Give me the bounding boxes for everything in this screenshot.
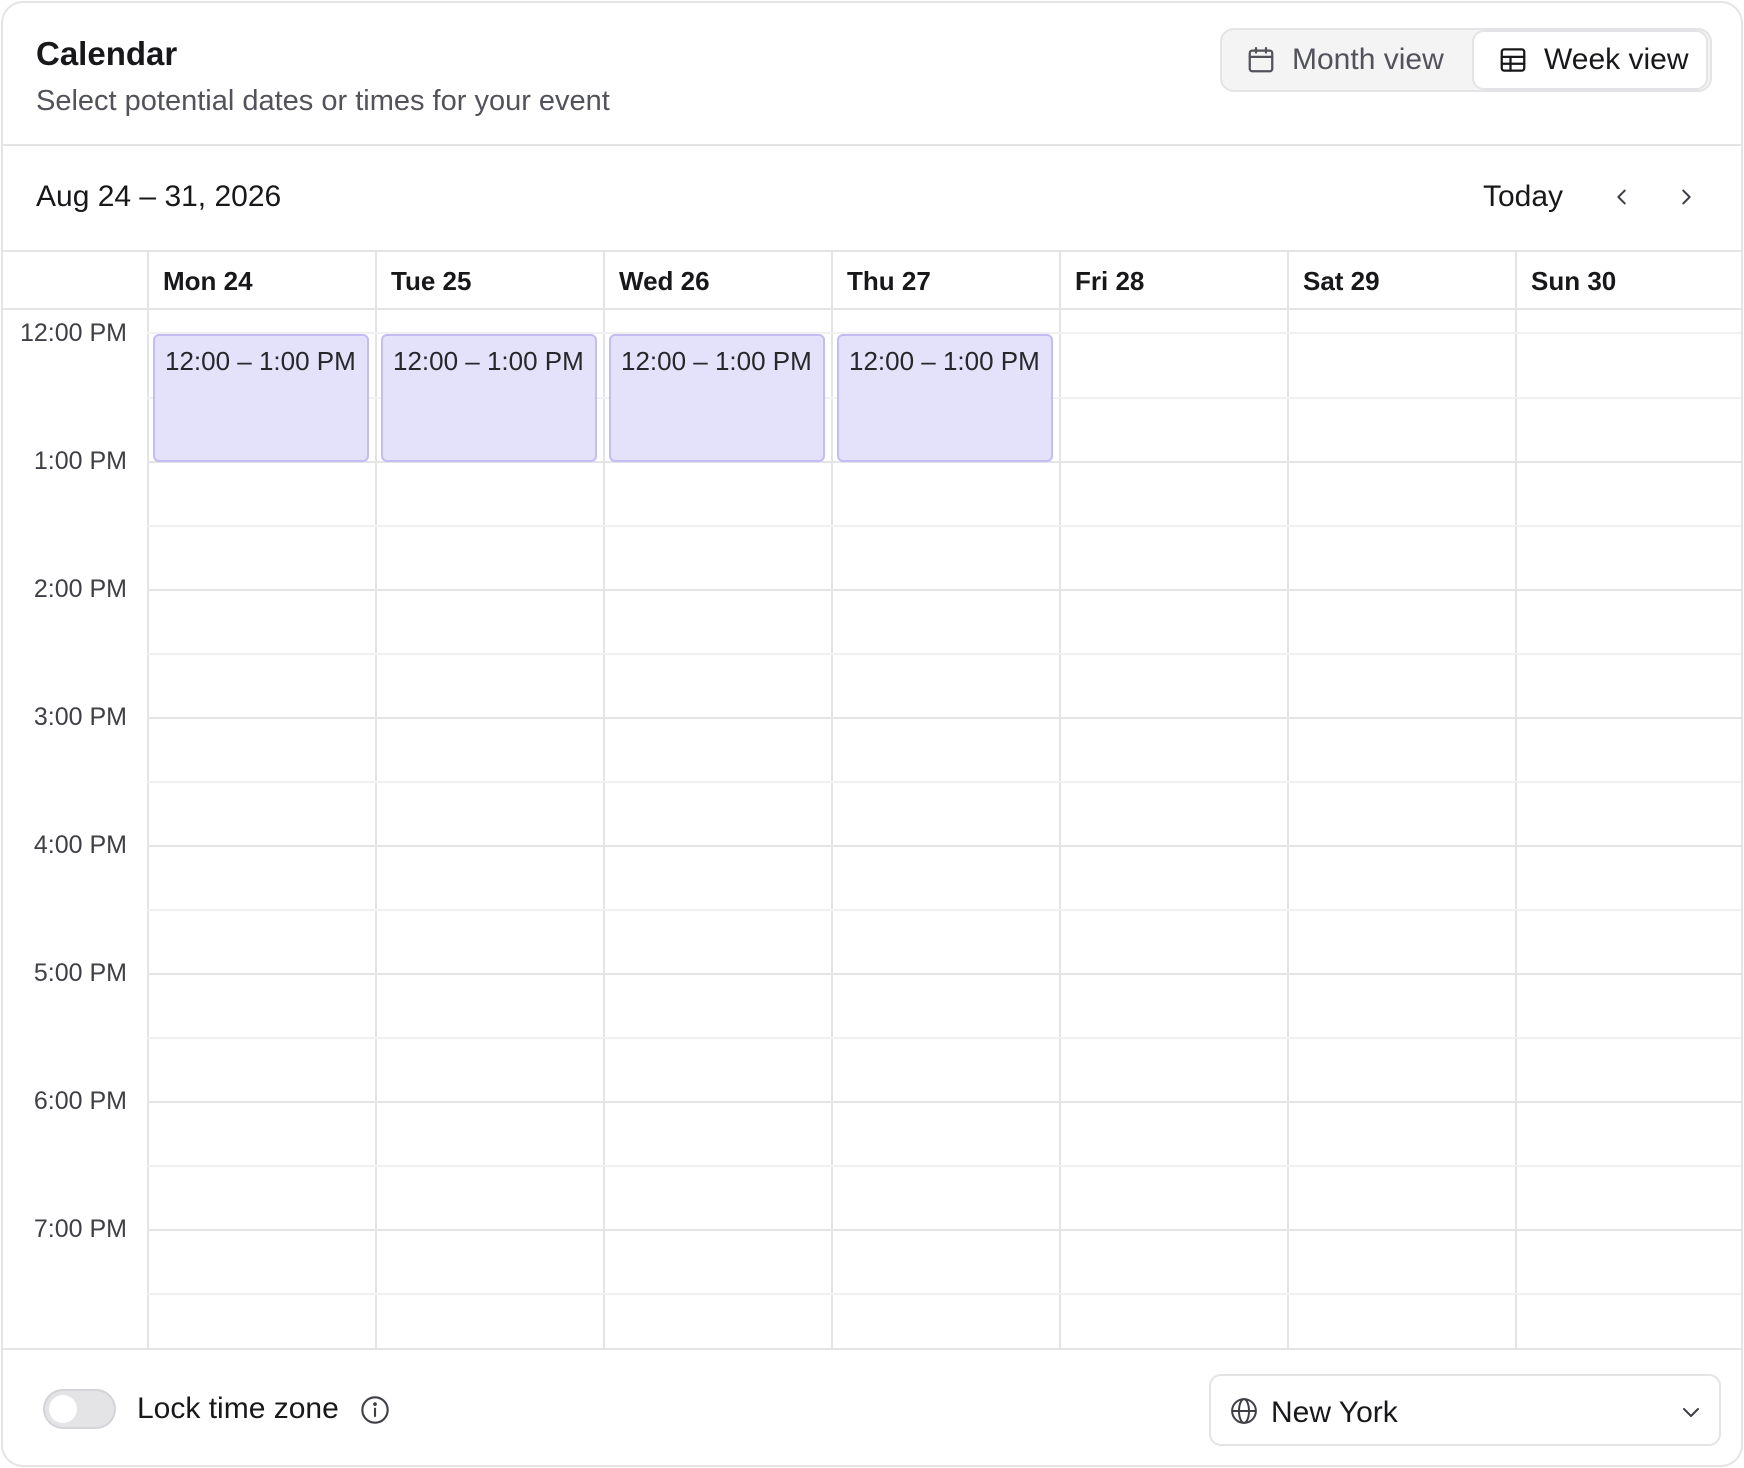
half-hour-line [147,781,1741,783]
week-grid: Mon 24 Tue 25 Wed 26 Thu 27 Fri 28 Sat 29 Sun … [3,252,1741,1348]
time-label: 5:00 PM [33,959,127,987]
day-column-divider [1515,252,1517,1348]
day-column-divider [1059,252,1061,1348]
day-header: Thu 27 [847,266,931,296]
half-hour-line [147,525,1741,527]
week-view-button[interactable]: Week view [1472,30,1708,90]
day-header: Wed 26 [619,266,710,296]
lock-time-zone-toggle[interactable] [43,1389,116,1429]
day-header: Fri 28 [1075,266,1145,296]
page-title: Calendar [36,35,178,72]
date-range-bar: Aug 24 – 31, 2026 Today [3,146,1741,252]
toggle-knob [49,1395,77,1423]
hour-line [147,717,1741,719]
calendar-icon [1248,47,1274,73]
hour-line [147,589,1741,591]
day-column-divider [147,252,149,1348]
timezone-value: New York [1271,1396,1398,1429]
previous-week-button[interactable] [1607,182,1637,212]
page-subtitle: Select potential dates or times for your… [36,85,610,117]
week-view-label: Week view [1544,43,1689,76]
time-label: 4:00 PM [33,831,127,859]
chevron-right-icon [1682,189,1691,205]
day-header: Mon 24 [163,266,253,296]
time-label: 7:00 PM [33,1215,127,1243]
chevron-down-icon [1683,1408,1699,1417]
day-header: Sun 30 [1531,266,1617,296]
timezone-select[interactable]: New York [1209,1374,1721,1446]
date-range-label: Aug 24 – 31, 2026 [36,180,282,213]
hour-line [147,1229,1741,1231]
day-column-divider [831,252,833,1348]
month-view-label: Month view [1292,43,1444,76]
hour-line [147,1101,1741,1103]
day-column-divider [603,252,605,1348]
view-toggle: Month view Week view [1220,28,1712,92]
time-label: 2:00 PM [33,575,127,603]
globe-icon [1231,1398,1257,1424]
calendar-card: Calendar Select potential dates or times… [1,1,1743,1467]
calendar-footer: Lock time zone New York [3,1348,1741,1465]
hour-line [147,973,1741,975]
day-header: Tue 25 [391,266,472,296]
next-week-button[interactable] [1671,182,1701,212]
half-hour-line [147,653,1741,655]
hour-line [147,845,1741,847]
half-hour-line [147,1293,1741,1295]
half-hour-line [147,1037,1741,1039]
half-hour-line [147,1165,1741,1167]
day-column-divider [375,252,377,1348]
event-block[interactable]: 12:00 – 1:00 PM [609,334,825,462]
event-block[interactable]: 12:00 – 1:00 PM [381,334,597,462]
lock-time-zone-label: Lock time zone [137,1392,339,1425]
event-block[interactable]: 12:00 – 1:00 PM [837,334,1053,462]
time-label: 1:00 PM [33,447,127,475]
time-label: 3:00 PM [33,703,127,731]
info-icon[interactable] [359,1394,391,1426]
month-view-button[interactable]: Month view [1246,32,1444,88]
chevron-left-icon [1617,189,1626,205]
table-grid-icon [1500,48,1526,72]
day-header-row: Mon 24 Tue 25 Wed 26 Thu 27 Fri 28 Sat 29 Sun … [3,252,1741,310]
calendar-header: Calendar Select potential dates or times… [3,3,1741,146]
time-label: 12:00 PM [19,319,127,347]
day-column-divider [1287,252,1289,1348]
time-label: 6:00 PM [33,1087,127,1115]
day-header: Sat 29 [1303,266,1380,296]
today-button[interactable]: Today [1483,180,1563,214]
event-block[interactable]: 12:00 – 1:00 PM [153,334,369,462]
half-hour-line [147,909,1741,911]
